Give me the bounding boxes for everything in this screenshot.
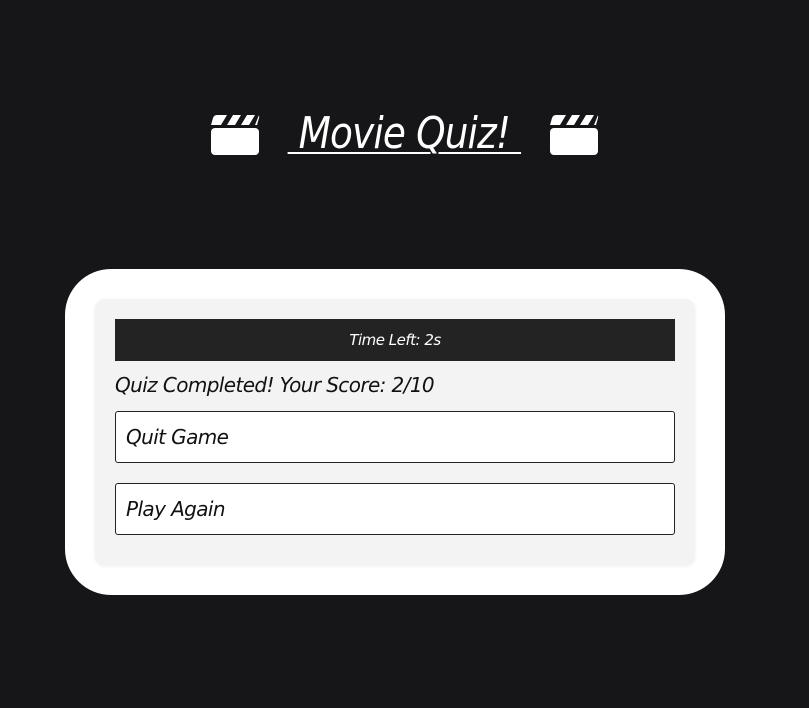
timer-bar: Time Left: 2s: [115, 319, 675, 361]
quiz-card: Time Left: 2s Quiz Completed! Your Score…: [65, 269, 725, 595]
page-header: Movie Quiz!: [0, 108, 809, 159]
play-again-button[interactable]: Play Again: [115, 483, 675, 535]
score-result: Quiz Completed! Your Score: 2/10: [115, 373, 435, 397]
title-text: Movie Quiz!: [287, 108, 522, 159]
quit-game-button[interactable]: Quit Game: [115, 411, 675, 463]
clapperboard-icon: [548, 111, 600, 157]
clapperboard-icon: [209, 111, 261, 157]
quiz-panel: Time Left: 2s Quiz Completed! Your Score…: [95, 299, 695, 565]
page-title: Movie Quiz!: [209, 108, 600, 159]
